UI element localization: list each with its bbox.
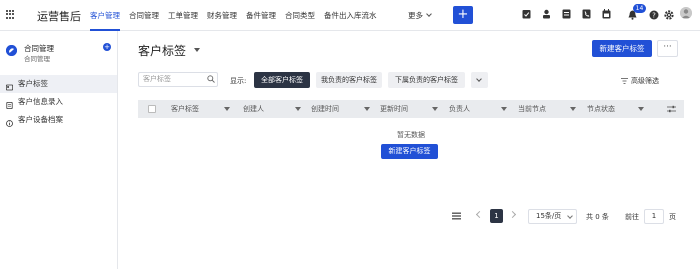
search-icon[interactable] (207, 75, 215, 83)
select-all-checkbox[interactable] (148, 105, 156, 113)
nav-item-contract-type[interactable]: 合同类型 (285, 0, 315, 31)
global-add-button[interactable]: + (453, 6, 473, 24)
new-customer-tag-button[interactable]: 新建客户标签 (592, 40, 652, 57)
svg-text:?: ? (652, 12, 656, 20)
column-filter-icon[interactable] (570, 107, 576, 111)
page-suffix: 页 (669, 213, 676, 221)
nav-item-contract[interactable]: 合同管理 (129, 0, 159, 31)
current-page-button[interactable]: 1 (490, 209, 503, 223)
card-icon (5, 80, 14, 91)
more-actions-button[interactable]: ··· (657, 40, 678, 57)
info-icon (6, 116, 13, 127)
user-stamp-icon[interactable] (542, 9, 551, 19)
document-icon[interactable] (562, 9, 571, 19)
search-input[interactable]: 客户标签 (138, 72, 218, 87)
nav-item-customer[interactable]: 客户管理 (90, 0, 120, 31)
show-label: 显示: (230, 77, 247, 85)
filter-my-tags[interactable]: 我负责的客户标签 (316, 72, 382, 88)
caret-down-icon[interactable] (194, 48, 200, 52)
column-settings-icon[interactable] (667, 105, 676, 113)
gear-icon[interactable] (664, 10, 674, 20)
page-size-value: 15条/页 (536, 212, 562, 220)
total-count: 共 0 条 (586, 213, 609, 221)
column-filter-icon[interactable] (295, 107, 301, 111)
column-header-current-node[interactable]: 当前节点 (518, 100, 546, 118)
nav-item-spare-parts[interactable]: 备件管理 (246, 0, 276, 31)
column-header-owner[interactable]: 负责人 (449, 100, 470, 118)
toolbar-icons (522, 9, 622, 19)
column-filter-icon[interactable] (364, 107, 370, 111)
list-view-icon[interactable] (452, 212, 461, 220)
sidebar-item-label: 客户设备档案 (18, 115, 63, 124)
filter-subordinate-tags[interactable]: 下属负责的客户标签 (388, 72, 465, 88)
chevron-down-icon (476, 76, 482, 82)
approve-icon[interactable] (522, 9, 531, 19)
nav-more-dropdown[interactable]: 更多 (408, 0, 432, 31)
filter-lines-icon (621, 77, 628, 84)
main-nav: 客户管理 合同管理 工单管理 财务管理 备件管理 合同类型 备件出入库流水 (90, 0, 386, 31)
sidebar-item-label: 客户标签 (18, 79, 48, 88)
page-size-select[interactable]: 15条/页 (528, 209, 577, 224)
nav-more-label: 更多 (408, 11, 423, 20)
calendar-icon[interactable] (602, 9, 611, 19)
notification-badge: 14 (633, 4, 646, 13)
app-grid-icon[interactable] (6, 10, 15, 19)
column-header-node-status[interactable]: 节点状态 (587, 100, 615, 118)
nav-item-finance[interactable]: 财务管理 (207, 0, 237, 31)
prev-page-icon[interactable] (475, 210, 484, 219)
app-title: 运营售后 (37, 10, 81, 23)
nav-item-workorder[interactable]: 工单管理 (168, 0, 198, 31)
column-filter-icon[interactable] (432, 107, 438, 111)
sidebar-item-customer-tags[interactable]: 客户标签 (0, 75, 117, 93)
page-title: 客户标签 (138, 44, 187, 58)
chevron-down-icon (426, 11, 432, 17)
help-icon[interactable]: ? (649, 10, 659, 20)
document-icon (6, 98, 13, 109)
column-filter-icon[interactable] (501, 107, 507, 111)
top-navigation-bar: 运营售后 客户管理 合同管理 工单管理 财务管理 备件管理 合同类型 备件出入库… (0, 0, 700, 31)
sidebar-item-customer-entry[interactable]: 客户信息录入 (0, 93, 117, 111)
sidebar: 合同管理 合同管理 + 客户标签 客户信息录入 客户设备档案 (0, 31, 118, 269)
empty-new-tag-button[interactable]: 新建客户标签 (381, 144, 438, 159)
column-header-updated-time[interactable]: 更新时间 (380, 100, 408, 118)
column-header-creator[interactable]: 创建人 (243, 100, 264, 118)
goto-label: 前往 (625, 213, 639, 221)
next-page-icon[interactable] (508, 210, 517, 219)
sidebar-add-button[interactable]: + (103, 43, 111, 51)
nav-item-parts-flow[interactable]: 备件出入库流水 (324, 0, 377, 31)
column-filter-icon[interactable] (224, 107, 230, 111)
filter-all-tags[interactable]: 全部客户标签 (254, 72, 310, 88)
sidebar-item-customer-devices[interactable]: 客户设备档案 (0, 111, 117, 129)
sidebar-header: 合同管理 合同管理 + (6, 43, 114, 67)
chevron-down-icon (567, 213, 573, 219)
module-logo-icon (6, 45, 17, 56)
sidebar-item-label: 客户信息录入 (18, 97, 63, 106)
user-avatar[interactable] (680, 7, 692, 19)
column-header-created-time[interactable]: 创建时间 (311, 100, 339, 118)
goto-page-input[interactable]: 1 (644, 209, 664, 224)
advanced-filter-button[interactable]: 高级筛选 (631, 76, 659, 86)
sidebar-subtitle: 合同管理 (24, 55, 50, 63)
table-header: 客户标签 创建人 创建时间 更新时间 负责人 当前节点 节点状态 (138, 100, 684, 118)
column-header-tag[interactable]: 客户标签 (171, 100, 199, 118)
filter-dropdown[interactable] (471, 72, 488, 88)
phone-icon[interactable] (582, 9, 591, 19)
column-filter-icon[interactable] (638, 107, 644, 111)
empty-state-text: 暂无数据 (397, 131, 425, 139)
